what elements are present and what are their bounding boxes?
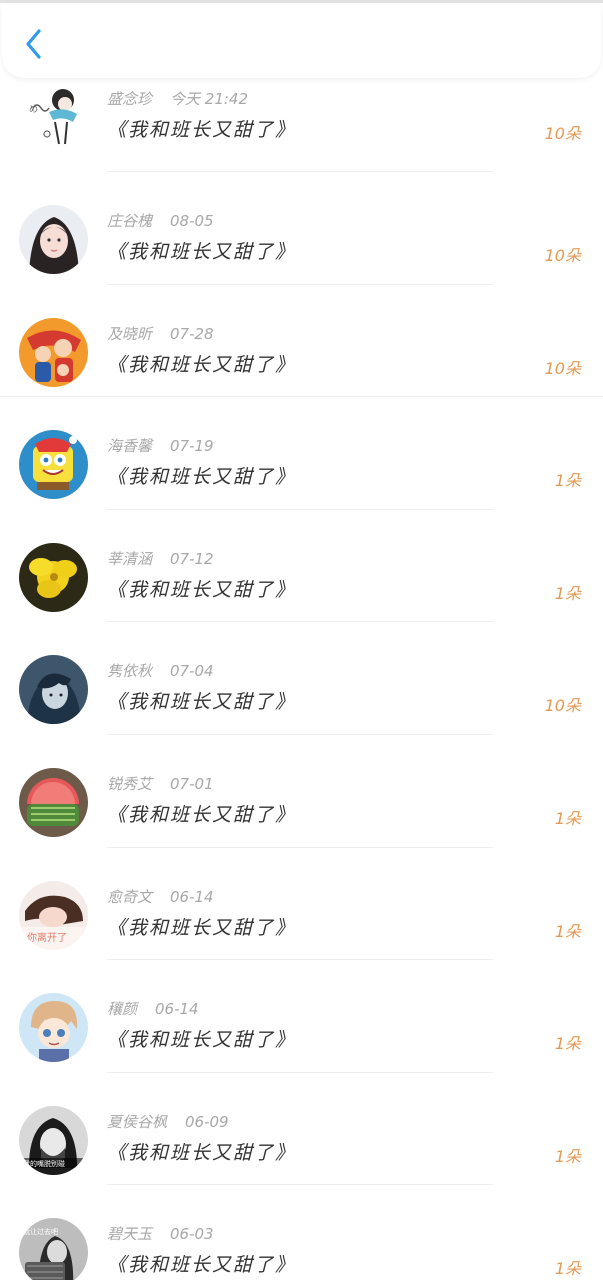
send-date: 06-14 xyxy=(155,1000,199,1019)
sender-meta: 庄谷槐 08-05 xyxy=(107,210,214,231)
send-date: 07-01 xyxy=(170,774,214,793)
flower-count: 1朵 xyxy=(554,583,581,603)
sender-name: 庄谷槐 xyxy=(107,212,153,230)
flower-count: 1朵 xyxy=(554,921,581,941)
sender-meta: 愈奇文 06-14 xyxy=(107,886,214,907)
list-item[interactable]: 海香馨 07-19 《我和班长又甜了》 1朵 xyxy=(0,397,603,510)
chevron-left-icon xyxy=(26,29,41,59)
sender-name: 隽依秋 xyxy=(107,662,153,681)
list-item[interactable]: 你离开了 愈奇文 06-14 《我和班长又甜了》 1朵 xyxy=(0,848,603,961)
top-nav-bar xyxy=(2,4,601,78)
book-title: 《我和班长又甜了》 xyxy=(107,241,297,263)
avatar[interactable] xyxy=(19,317,88,387)
list-item[interactable]: 及晓昕 07-28 《我和班长又甜了》 10朵 xyxy=(0,285,603,398)
sender-meta: 夏侯谷枫 06-09 xyxy=(107,1111,229,1132)
flower-count: 1朵 xyxy=(554,808,581,828)
svg-text:め: め xyxy=(29,104,38,115)
avatar[interactable]: 我的嘴脱别碰 xyxy=(19,1105,88,1175)
svg-text:你离开了: 你离开了 xyxy=(27,931,67,944)
book-title: 《我和班长又甜了》 xyxy=(107,466,297,489)
book-title: 《我和班长又甜了》 xyxy=(107,1254,297,1277)
flower-count: 1朵 xyxy=(554,1259,581,1279)
send-date: 07-04 xyxy=(170,662,214,681)
send-date: 今天 21:42 xyxy=(170,90,249,108)
sender-meta: 海香馨 07-19 xyxy=(107,435,214,456)
app-screen: め 盛念珍 今天 21:42 《我和班长又甜了》 10朵 庄谷槐 08-05 《… xyxy=(0,0,603,1280)
flower-count: 10朵 xyxy=(544,124,581,143)
book-title: 《我和班长又甜了》 xyxy=(107,119,297,141)
avatar[interactable]: め xyxy=(19,82,88,151)
book-title: 《我和班长又甜了》 xyxy=(107,578,297,601)
book-title: 《我和班长又甜了》 xyxy=(107,916,297,939)
list-item[interactable]: 就让过去吧 碧天玉 06-03 《我和班长又甜了》 1朵 xyxy=(0,1185,603,1280)
send-date: 06-03 xyxy=(170,1225,214,1244)
sender-name: 锐秀艾 xyxy=(107,774,153,793)
book-title: 《我和班长又甜了》 xyxy=(107,1029,297,1052)
list-item[interactable]: 莘清涵 07-12 《我和班长又甜了》 1朵 xyxy=(0,510,603,623)
back-button[interactable] xyxy=(16,24,52,64)
sender-meta: 穰颜 06-14 xyxy=(107,998,199,1019)
book-title: 《我和班长又甜了》 xyxy=(107,691,297,714)
sender-meta: 碧天玉 06-03 xyxy=(107,1223,214,1244)
flower-count: 1朵 xyxy=(554,1034,581,1054)
flower-count: 10朵 xyxy=(544,358,581,378)
list-item[interactable]: め 盛念珍 今天 21:42 《我和班长又甜了》 10朵 xyxy=(0,78,603,172)
avatar[interactable] xyxy=(19,993,88,1063)
book-title: 《我和班长又甜了》 xyxy=(107,353,297,376)
list-item[interactable]: 锐秀艾 07-01 《我和班长又甜了》 1朵 xyxy=(0,735,603,848)
sender-meta: 盛念珍 今天 21:42 xyxy=(107,88,248,109)
book-title: 《我和班长又甜了》 xyxy=(107,1141,297,1164)
sender-name: 及晓昕 xyxy=(107,324,153,343)
list-item[interactable]: 我的嘴脱别碰 夏侯谷枫 06-09 《我和班长又甜了》 1朵 xyxy=(0,1073,603,1186)
sender-name: 海香馨 xyxy=(107,437,153,456)
sender-name: 愈奇文 xyxy=(107,887,153,906)
sender-meta: 莘清涵 07-12 xyxy=(107,548,214,569)
sender-name: 盛念珍 xyxy=(107,90,153,108)
sender-name: 穰颜 xyxy=(107,1000,138,1019)
flower-count: 10朵 xyxy=(544,246,581,265)
send-date: 07-19 xyxy=(170,437,214,456)
avatar[interactable] xyxy=(19,430,88,500)
avatar[interactable]: 你离开了 xyxy=(19,880,88,950)
avatar[interactable] xyxy=(19,205,88,274)
send-date: 06-14 xyxy=(170,887,214,906)
flower-count: 1朵 xyxy=(554,1146,581,1166)
list-item[interactable]: 庄谷槐 08-05 《我和班长又甜了》 10朵 xyxy=(0,172,603,285)
sender-meta: 及晓昕 07-28 xyxy=(107,323,214,344)
svg-text:我的嘴脱别碰: 我的嘴脱别碰 xyxy=(23,1159,65,1168)
svg-text:就让过去吧: 就让过去吧 xyxy=(23,1227,58,1236)
list-item[interactable]: 穰颜 06-14 《我和班长又甜了》 1朵 xyxy=(0,960,603,1073)
status-bar-edge xyxy=(0,0,603,3)
flower-count: 10朵 xyxy=(544,696,581,716)
sender-name: 夏侯谷枫 xyxy=(107,1112,168,1131)
send-date: 08-05 xyxy=(170,212,214,230)
sender-name: 碧天玉 xyxy=(107,1225,153,1244)
gift-record-list: め 盛念珍 今天 21:42 《我和班长又甜了》 10朵 庄谷槐 08-05 《… xyxy=(0,78,603,1280)
book-title: 《我和班长又甜了》 xyxy=(107,803,297,826)
send-date: 07-28 xyxy=(170,324,214,343)
flower-count: 1朵 xyxy=(554,471,581,491)
sender-meta: 隽依秋 07-04 xyxy=(107,660,214,681)
send-date: 07-12 xyxy=(170,549,214,568)
avatar[interactable]: 就让过去吧 xyxy=(19,1218,88,1280)
avatar[interactable] xyxy=(19,767,88,837)
send-date: 06-09 xyxy=(185,1112,229,1131)
sender-meta: 锐秀艾 07-01 xyxy=(107,773,214,794)
sender-name: 莘清涵 xyxy=(107,549,153,568)
avatar[interactable] xyxy=(19,655,88,725)
avatar[interactable] xyxy=(19,542,88,612)
list-item[interactable]: 隽依秋 07-04 《我和班长又甜了》 10朵 xyxy=(0,622,603,735)
